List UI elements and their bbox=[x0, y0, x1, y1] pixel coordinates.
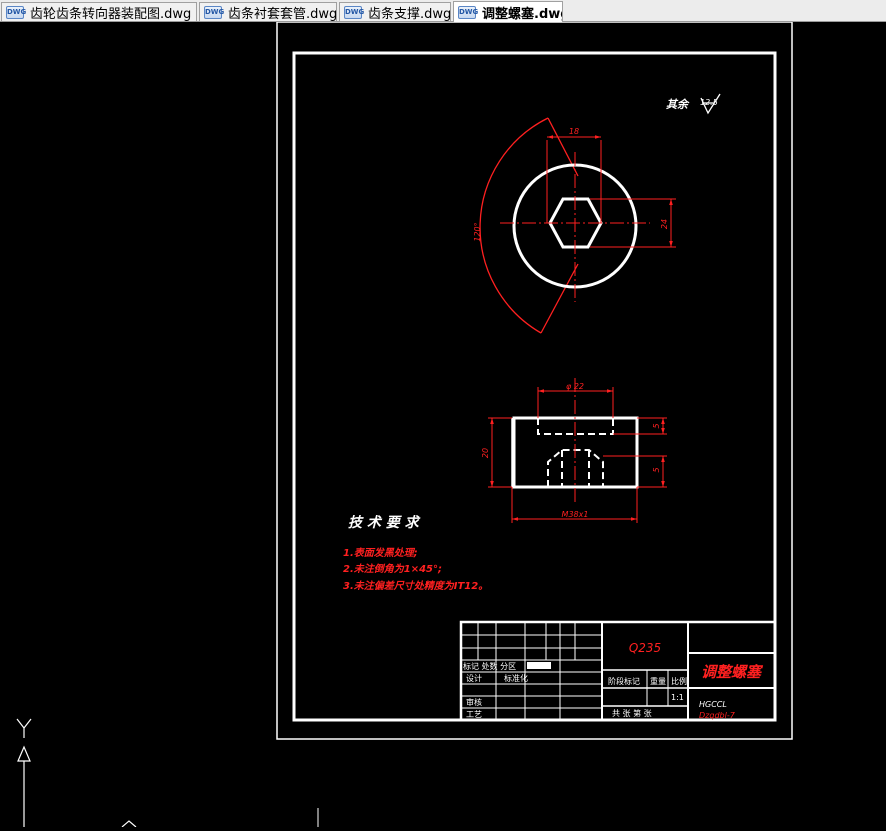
tech-note-2: 2.未注倒角为1×45°; bbox=[343, 563, 442, 575]
roughness-note: 其余 bbox=[666, 98, 690, 111]
tech-requirements-title: 技 术 要 求 bbox=[348, 514, 421, 531]
roughness-value: 12.5 bbox=[700, 98, 718, 107]
front-view: φ 22 20 5 5 M38x1 bbox=[481, 378, 667, 523]
sheets-label: 共 张 第 张 bbox=[612, 708, 652, 718]
company-text: HGCCL bbox=[699, 700, 727, 709]
ucs-icon bbox=[16, 718, 137, 828]
stage-label: 阶段标记 bbox=[608, 676, 640, 686]
dwg-file-icon: DWG bbox=[204, 5, 224, 19]
title-block-revision-label: 标记 处数 分区 bbox=[463, 661, 516, 671]
tab-rack-support[interactable]: DWG 齿条支撑.dwg bbox=[339, 2, 451, 21]
tab-label: 齿轮齿条转向器装配图.dwg bbox=[30, 6, 192, 22]
tab-adjusting-plug[interactable]: DWG 调整螺塞.dwg bbox=[453, 1, 563, 22]
document-tab-bar: DWG 齿轮齿条转向器装配图.dwg DWG 齿条衬套套管.dwg DWG 齿条… bbox=[0, 0, 886, 22]
tab-label: 齿条支撑.dwg bbox=[368, 6, 451, 22]
dwg-file-icon: DWG bbox=[458, 5, 478, 19]
tech-note-1: 1.表面发黑处理; bbox=[343, 547, 418, 559]
top-view: 120° 18 24 bbox=[473, 117, 676, 334]
tab-label: 调整螺塞.dwg bbox=[482, 6, 563, 22]
tab-gear-rack-assembly[interactable]: DWG 齿轮齿条转向器装配图.dwg bbox=[1, 2, 197, 21]
hex-depth-dimension-text: 5 bbox=[652, 467, 661, 472]
angle-dimension-text: 120° bbox=[473, 222, 482, 241]
weight-label: 重量 bbox=[650, 676, 666, 686]
scale-label: 比例 bbox=[671, 676, 687, 686]
sheet-inner-frame bbox=[292, 51, 777, 722]
sheet-outer-border bbox=[276, 21, 793, 740]
dwg-file-icon: DWG bbox=[344, 5, 364, 19]
total-height-dimension-text: 20 bbox=[481, 448, 490, 458]
part-name-text: 调整螺塞 bbox=[701, 663, 764, 681]
thread-dimension-text: M38x1 bbox=[562, 510, 589, 519]
title-block-check-label: 审核 bbox=[466, 697, 482, 707]
scale-value: 1:1 bbox=[671, 693, 684, 702]
angle-extension-line bbox=[540, 263, 579, 334]
title-block-design-label: 设计 bbox=[466, 673, 482, 683]
bore-diameter-dimension-text: φ 22 bbox=[566, 382, 584, 391]
tech-note-3: 3.未注偏差尺寸处精度为IT12。 bbox=[343, 580, 488, 592]
drawing-number-text: Dzqdbl-7 bbox=[699, 711, 736, 720]
tab-label: 齿条衬套套管.dwg bbox=[228, 6, 337, 22]
title-block: 标记 处数 分区 设计 标准化 审核 工艺 Q235 调整螺塞 阶段标记 重量 … bbox=[459, 620, 777, 722]
material-text: Q235 bbox=[629, 641, 661, 655]
hex-width-dimension-text: 18 bbox=[569, 127, 579, 136]
drawing-svg: 其余 12.5 120° 18 24 φ 22 20 5 5 M38x1 技 术… bbox=[16, 21, 793, 828]
tab-rack-bushing[interactable]: DWG 齿条衬套套管.dwg bbox=[199, 2, 337, 21]
top-bore-depth-dimension-text: 5 bbox=[652, 423, 661, 428]
title-block-standard-label: 标准化 bbox=[504, 673, 528, 683]
drawing-canvas[interactable]: 其余 12.5 120° 18 24 φ 22 20 5 5 M38x1 技 术… bbox=[0, 21, 886, 828]
hex-height-dimension-text: 24 bbox=[660, 219, 669, 229]
title-block-process-label: 工艺 bbox=[466, 710, 482, 719]
dwg-file-icon: DWG bbox=[6, 5, 26, 19]
